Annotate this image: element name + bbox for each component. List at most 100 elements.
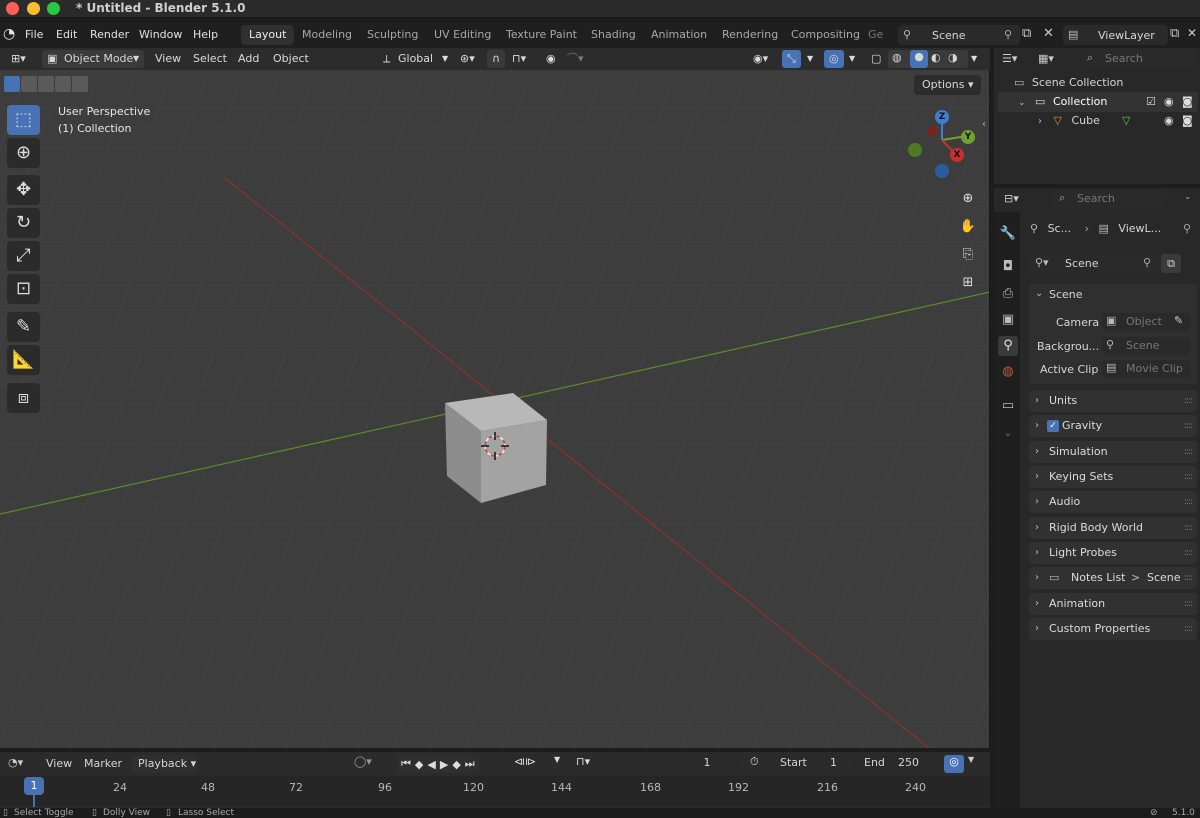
scene-panel-title[interactable]: Scene [1049, 288, 1083, 301]
zoom-window-button[interactable] [47, 2, 60, 15]
navigation-gizmo[interactable]: Z Y X [905, 108, 977, 180]
drag-handle-icon[interactable]: :::: [1184, 441, 1193, 463]
play-icon[interactable]: ▶ [440, 758, 448, 771]
scene-datablock-selector[interactable]: ⚲▾ Scene ⚲ [1031, 254, 1159, 273]
collection-tab[interactable]: ▭ [998, 396, 1018, 416]
menu-edit[interactable]: Edit [56, 28, 77, 41]
menu-object[interactable]: Object [268, 50, 314, 68]
cursor-tool[interactable]: ⊕ [7, 138, 40, 168]
drag-handle-icon[interactable]: :::: [1184, 567, 1193, 589]
end-frame-field[interactable]: End 250 [850, 754, 930, 772]
tab-rendering[interactable]: Rendering [714, 25, 786, 45]
drag-handle-icon[interactable]: :::: [1184, 618, 1193, 640]
timeline-ruler[interactable] [0, 776, 990, 806]
proportional-editing-icon[interactable]: ◉ [541, 50, 561, 68]
notes-list-panel[interactable]: › ▭ Notes List > Scene:::: [1029, 567, 1197, 589]
eye-icon[interactable]: ◉ [1164, 111, 1174, 131]
gravity-checkbox[interactable]: ✓ [1047, 420, 1059, 432]
auto-keying-icon[interactable]: ◎ [944, 755, 964, 773]
chevron-down-icon[interactable]: ▼ [554, 755, 560, 764]
animation-panel[interactable]: › Animation:::: [1029, 593, 1197, 615]
chevron-down-icon[interactable]: ⌄ [998, 424, 1018, 444]
chevron-down-icon[interactable]: ⌄ [1184, 192, 1192, 202]
gizmo-toggle-icon[interactable]: ⤡ [782, 50, 801, 68]
menu-render[interactable]: Render [90, 28, 129, 41]
wireframe-shading-icon[interactable]: ◍ [892, 51, 902, 64]
zoom-icon[interactable]: ⊕ [957, 188, 979, 210]
properties-search-input[interactable]: ⌕ Search [1054, 190, 1166, 208]
new-view-layer-icon[interactable]: ⧉ [1170, 26, 1179, 41]
snap-toggle-icon[interactable]: ∩ [487, 50, 506, 68]
scene-selector[interactable]: ⚲ Scene ⚲ [898, 25, 1020, 45]
drag-handle-icon[interactable]: :::: [1184, 593, 1193, 615]
world-tab[interactable]: ◍ [998, 362, 1018, 382]
select-invert-icon[interactable] [55, 76, 71, 92]
measure-tool[interactable]: 📐 [7, 345, 40, 375]
scene-tab[interactable]: ⚲ [998, 336, 1018, 356]
select-new-icon[interactable] [4, 76, 20, 92]
timeline-menu-marker[interactable]: Marker [84, 757, 122, 770]
scale-tool[interactable]: ⤢ [7, 241, 40, 271]
jump-start-icon[interactable]: ⏮ [401, 757, 411, 771]
chevron-down-icon[interactable]: ▼ [966, 50, 982, 68]
camera-icon[interactable]: ◙ [1182, 92, 1193, 112]
chevron-down-icon[interactable]: ▼ [802, 50, 818, 68]
outliner-editor-type-icon[interactable]: ☰▾ [1002, 52, 1017, 65]
camera-field[interactable]: ▣ Object ✎ [1102, 313, 1190, 331]
material-shading-icon[interactable]: ◐ [931, 51, 941, 64]
gizmo-neg-z-axis[interactable] [935, 164, 949, 178]
tab-shading[interactable]: Shading [583, 25, 644, 45]
select-box-tool[interactable]: ⬚ [7, 105, 40, 135]
add-cube-tool[interactable]: ⧈ [7, 383, 40, 413]
camera-icon[interactable]: ◙ [1182, 111, 1193, 131]
outliner-search-input[interactable]: ⌕ Search [1082, 50, 1194, 68]
menu-file[interactable]: File [25, 28, 43, 41]
drag-handle-icon[interactable]: :::: [1184, 491, 1193, 513]
tab-compositing[interactable]: Compositing [783, 25, 868, 45]
eyedropper-icon[interactable]: ✎ [1174, 314, 1183, 327]
minimize-window-button[interactable] [27, 2, 40, 15]
exclude-checkbox[interactable]: ☑ [1146, 92, 1156, 112]
playback-dropdown[interactable]: Playback ▾ [132, 755, 198, 773]
play-reverse-icon[interactable]: ◀ [427, 758, 435, 771]
tab-geometry-nodes[interactable]: Ge [866, 25, 888, 45]
move-tool[interactable]: ✥ [7, 175, 40, 205]
options-dropdown[interactable]: Options ▾ [914, 75, 982, 95]
chevron-down-icon[interactable]: ⌄ [1018, 98, 1026, 108]
visibility-icon[interactable]: ◉▾ [748, 50, 773, 68]
view-layer-tab[interactable]: ▣ [998, 310, 1018, 330]
next-keyframe-icon[interactable]: ◆ [452, 758, 460, 771]
timeline-menu-view[interactable]: View [46, 757, 72, 770]
eye-icon[interactable]: ◉ [1164, 92, 1174, 112]
pivot-point-icon[interactable]: ⊛▾ [455, 50, 480, 68]
gravity-panel[interactable]: › ✓ Gravity:::: [1029, 415, 1197, 437]
close-window-button[interactable] [6, 2, 19, 15]
fake-user-icon[interactable]: ⚲ [1143, 256, 1151, 269]
gizmo-x-axis[interactable]: X [950, 148, 964, 162]
menu-help[interactable]: Help [193, 28, 218, 41]
properties-editor-type-icon[interactable]: ⊟▾ [1004, 192, 1019, 205]
camera-view-icon[interactable]: ⎘ [957, 244, 979, 266]
tab-modeling[interactable]: Modeling [294, 25, 360, 45]
current-frame-field[interactable]: 1 [672, 754, 742, 772]
tab-animation[interactable]: Animation [643, 25, 715, 45]
select-extend-icon[interactable] [21, 76, 37, 92]
drag-handle-icon[interactable]: :::: [1184, 542, 1193, 564]
simulation-panel[interactable]: › Simulation:::: [1029, 441, 1197, 463]
select-intersect-icon[interactable] [72, 76, 88, 92]
rigid-body-world-panel[interactable]: › Rigid Body World:::: [1029, 517, 1197, 539]
light-probes-panel[interactable]: › Light Probes:::: [1029, 542, 1197, 564]
drag-handle-icon[interactable]: :::: [1184, 517, 1193, 539]
tab-sculpting[interactable]: Sculpting [359, 25, 426, 45]
custom-properties-panel[interactable]: › Custom Properties:::: [1029, 618, 1197, 640]
annotate-tool[interactable]: ✎ [7, 312, 40, 342]
render-tab[interactable]: ◘ [998, 257, 1018, 277]
collection-row[interactable]: ⌄ ▭ Collection ☑ ◉ ◙ [998, 92, 1198, 112]
pin-icon[interactable]: ⚲ [1004, 28, 1012, 41]
view-layer-selector[interactable]: ▤ ViewLayer [1063, 25, 1168, 45]
start-frame-field[interactable]: Start 1 [768, 754, 842, 772]
chevron-down-icon[interactable]: ▼ [968, 755, 974, 764]
snap-target-icon[interactable]: ⊓▾ [507, 50, 531, 68]
delete-scene-icon[interactable]: ✕ [1043, 26, 1054, 41]
mode-dropdown[interactable]: ▣ Object Mode ▼ [42, 50, 144, 68]
